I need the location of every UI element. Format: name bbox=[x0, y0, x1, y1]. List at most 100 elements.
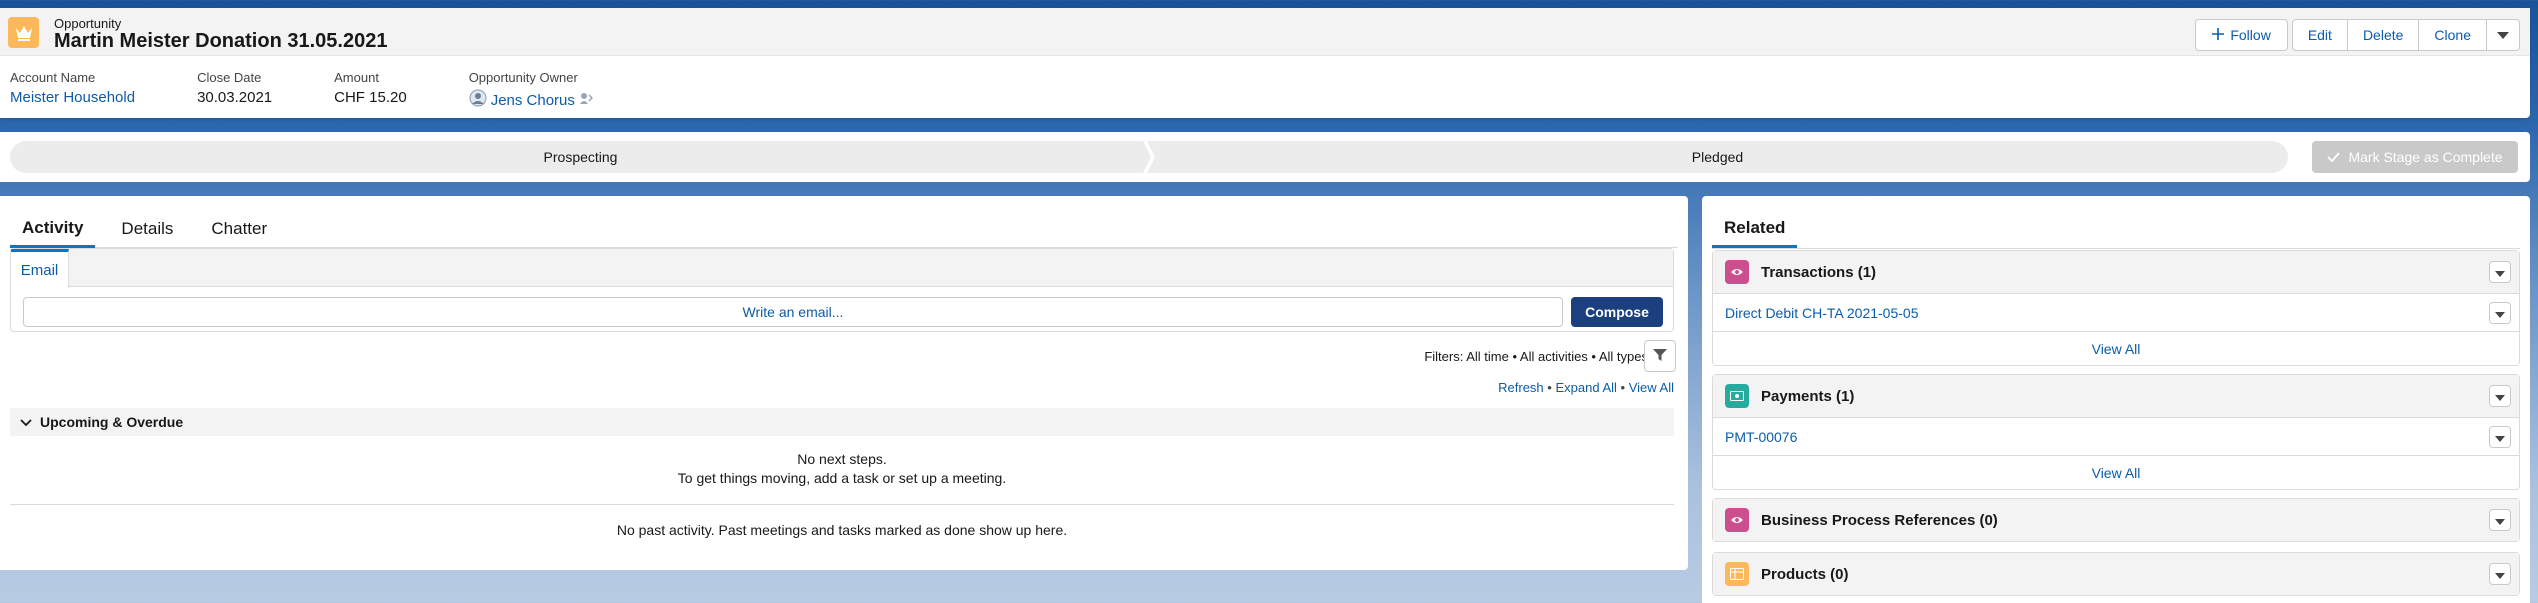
activity-links: Refresh • Expand All • View All bbox=[1498, 380, 1674, 395]
change-owner-icon[interactable] bbox=[579, 91, 593, 109]
no-past-activity: No past activity. Past meetings and task… bbox=[616, 522, 1068, 538]
related-list-header: Business Process References (0) bbox=[1713, 499, 2519, 541]
filter-icon bbox=[1653, 348, 1667, 365]
related-list-menu-button[interactable] bbox=[2489, 385, 2511, 407]
divider bbox=[1712, 248, 2520, 249]
related-list-menu-button[interactable] bbox=[2489, 261, 2511, 283]
related-list-transactions: Transactions (1) Direct Debit CH-TA 2021… bbox=[1712, 250, 2520, 366]
email-composer: Email Write an email... Compose bbox=[10, 248, 1674, 332]
chevron-down-icon bbox=[2495, 566, 2505, 583]
payment-link[interactable]: PMT-00076 bbox=[1725, 429, 1797, 445]
mark-stage-complete-button[interactable]: Mark Stage as Complete bbox=[2312, 141, 2518, 173]
product-icon bbox=[1725, 562, 1749, 586]
follow-button[interactable]: Follow bbox=[2195, 19, 2288, 51]
chevron-down-icon bbox=[2495, 264, 2505, 281]
owner-link[interactable]: Jens Chorus bbox=[491, 92, 575, 109]
related-list-title[interactable]: Products (0) bbox=[1761, 566, 1849, 583]
row-menu-button[interactable] bbox=[2489, 301, 2511, 324]
refresh-link[interactable]: Refresh bbox=[1498, 380, 1544, 395]
view-all-link[interactable]: View All bbox=[1713, 331, 2519, 365]
delete-button[interactable]: Delete bbox=[2347, 19, 2420, 51]
tab-details[interactable]: Details bbox=[109, 210, 185, 248]
opportunity-crown-icon bbox=[8, 17, 39, 48]
mark-stage-label: Mark Stage as Complete bbox=[2348, 149, 2503, 165]
activity-filters-text: Filters: All time • All activities • All… bbox=[1424, 349, 1648, 364]
related-list-header: Transactions (1) bbox=[1713, 251, 2519, 293]
divider bbox=[10, 504, 1674, 505]
account-label: Account Name bbox=[10, 70, 96, 85]
related-list-menu-button[interactable] bbox=[2489, 563, 2511, 585]
email-tabbar: Email bbox=[11, 249, 1673, 288]
plus-icon bbox=[2212, 27, 2225, 43]
no-next-steps: No next steps. To get things moving, add… bbox=[10, 450, 1674, 488]
chevron-down-icon bbox=[2497, 27, 2509, 43]
related-list-products: Products (0) bbox=[1712, 552, 2520, 596]
close-date-value: 30.03.2021 bbox=[197, 89, 273, 106]
process-icon bbox=[1725, 508, 1749, 532]
upcoming-title: Upcoming & Overdue bbox=[40, 414, 184, 430]
account-field: Account Name Meister Household bbox=[10, 70, 135, 111]
related-card: Related Transactions (1) Direct Debit CH… bbox=[1702, 196, 2530, 603]
follow-label: Follow bbox=[2230, 27, 2271, 43]
no-steps-line1: No next steps. bbox=[797, 451, 887, 467]
chevron-down-icon bbox=[20, 414, 32, 430]
related-list-item: Direct Debit CH-TA 2021-05-05 bbox=[1713, 293, 2519, 331]
filter-button[interactable] bbox=[1644, 340, 1676, 372]
view-all-link[interactable]: View All bbox=[1713, 455, 2519, 489]
related-list-menu-button[interactable] bbox=[2489, 509, 2511, 531]
related-list-title[interactable]: Transactions (1) bbox=[1761, 264, 1876, 281]
compose-button[interactable]: Compose bbox=[1571, 297, 1663, 327]
tab-related[interactable]: Related bbox=[1712, 210, 1798, 248]
owner-field: Opportunity Owner Jens Chorus bbox=[469, 70, 593, 111]
tab-email[interactable]: Email bbox=[11, 249, 69, 288]
main-tabs: Activity Details Chatter bbox=[10, 210, 1678, 248]
view-all-link[interactable]: View All bbox=[1629, 380, 1674, 395]
record-header: Opportunity Martin Meister Donation 31.0… bbox=[0, 8, 2530, 118]
sales-path: Prospecting Pledged Mark Stage as Comple… bbox=[0, 132, 2530, 182]
clone-button[interactable]: Clone bbox=[2419, 19, 2487, 51]
related-list-header: Products (0) bbox=[1713, 553, 2519, 595]
page-title: Martin Meister Donation 31.05.2021 bbox=[54, 30, 388, 52]
related-list-business-process-references: Business Process References (0) bbox=[1712, 498, 2520, 542]
amount-label: Amount bbox=[334, 70, 379, 85]
tab-activity[interactable]: Activity bbox=[10, 210, 96, 248]
stage-pledged[interactable]: Pledged bbox=[1147, 141, 2288, 173]
highlights-panel: Account Name Meister Household Close Dat… bbox=[10, 70, 655, 111]
chevron-down-icon bbox=[2495, 512, 2505, 529]
write-email-input[interactable]: Write an email... bbox=[23, 297, 1563, 327]
owner-value: Jens Chorus bbox=[469, 89, 593, 111]
amount-field: Amount CHF 15.20 bbox=[334, 70, 407, 111]
record-type-label: Opportunity bbox=[54, 16, 122, 31]
stage-prospecting[interactable]: Prospecting bbox=[10, 141, 1151, 173]
checkmark-icon bbox=[2327, 149, 2341, 165]
transaction-link[interactable]: Direct Debit CH-TA 2021-05-05 bbox=[1725, 305, 1918, 321]
chevron-down-icon bbox=[2495, 429, 2505, 445]
activity-card: Activity Details Chatter Email Write an … bbox=[0, 196, 1688, 570]
payment-icon bbox=[1725, 384, 1749, 408]
related-list-item: PMT-00076 bbox=[1713, 417, 2519, 455]
path-stages: Prospecting Pledged bbox=[10, 141, 2288, 173]
record-header-top: Opportunity Martin Meister Donation 31.0… bbox=[0, 8, 2530, 56]
tab-chatter[interactable]: Chatter bbox=[199, 210, 279, 248]
separator: • bbox=[1620, 380, 1629, 395]
chevron-down-icon bbox=[2495, 388, 2505, 405]
avatar bbox=[469, 89, 487, 111]
chevron-down-icon bbox=[2495, 305, 2505, 321]
related-list-title[interactable]: Business Process References (0) bbox=[1761, 512, 1998, 529]
close-date-label: Close Date bbox=[197, 70, 262, 85]
edit-button[interactable]: Edit bbox=[2291, 19, 2348, 51]
related-list-title[interactable]: Payments (1) bbox=[1761, 388, 1854, 405]
no-steps-line2: To get things moving, add a task or set … bbox=[677, 470, 1007, 486]
expand-all-link[interactable]: Expand All bbox=[1555, 380, 1616, 395]
account-link[interactable]: Meister Household bbox=[10, 89, 135, 106]
upcoming-overdue-section[interactable]: Upcoming & Overdue bbox=[10, 408, 1674, 436]
related-list-payments: Payments (1) PMT-00076 View All bbox=[1712, 374, 2520, 490]
related-list-header: Payments (1) bbox=[1713, 375, 2519, 417]
close-date-field: Close Date 30.03.2021 bbox=[197, 70, 272, 111]
amount-value: CHF 15.20 bbox=[334, 89, 407, 106]
transaction-icon bbox=[1725, 260, 1749, 284]
more-actions-button[interactable] bbox=[2487, 19, 2520, 51]
header-actions: Follow Edit Delete Clone bbox=[2195, 19, 2520, 51]
row-menu-button[interactable] bbox=[2489, 425, 2511, 448]
owner-label: Opportunity Owner bbox=[468, 70, 578, 85]
